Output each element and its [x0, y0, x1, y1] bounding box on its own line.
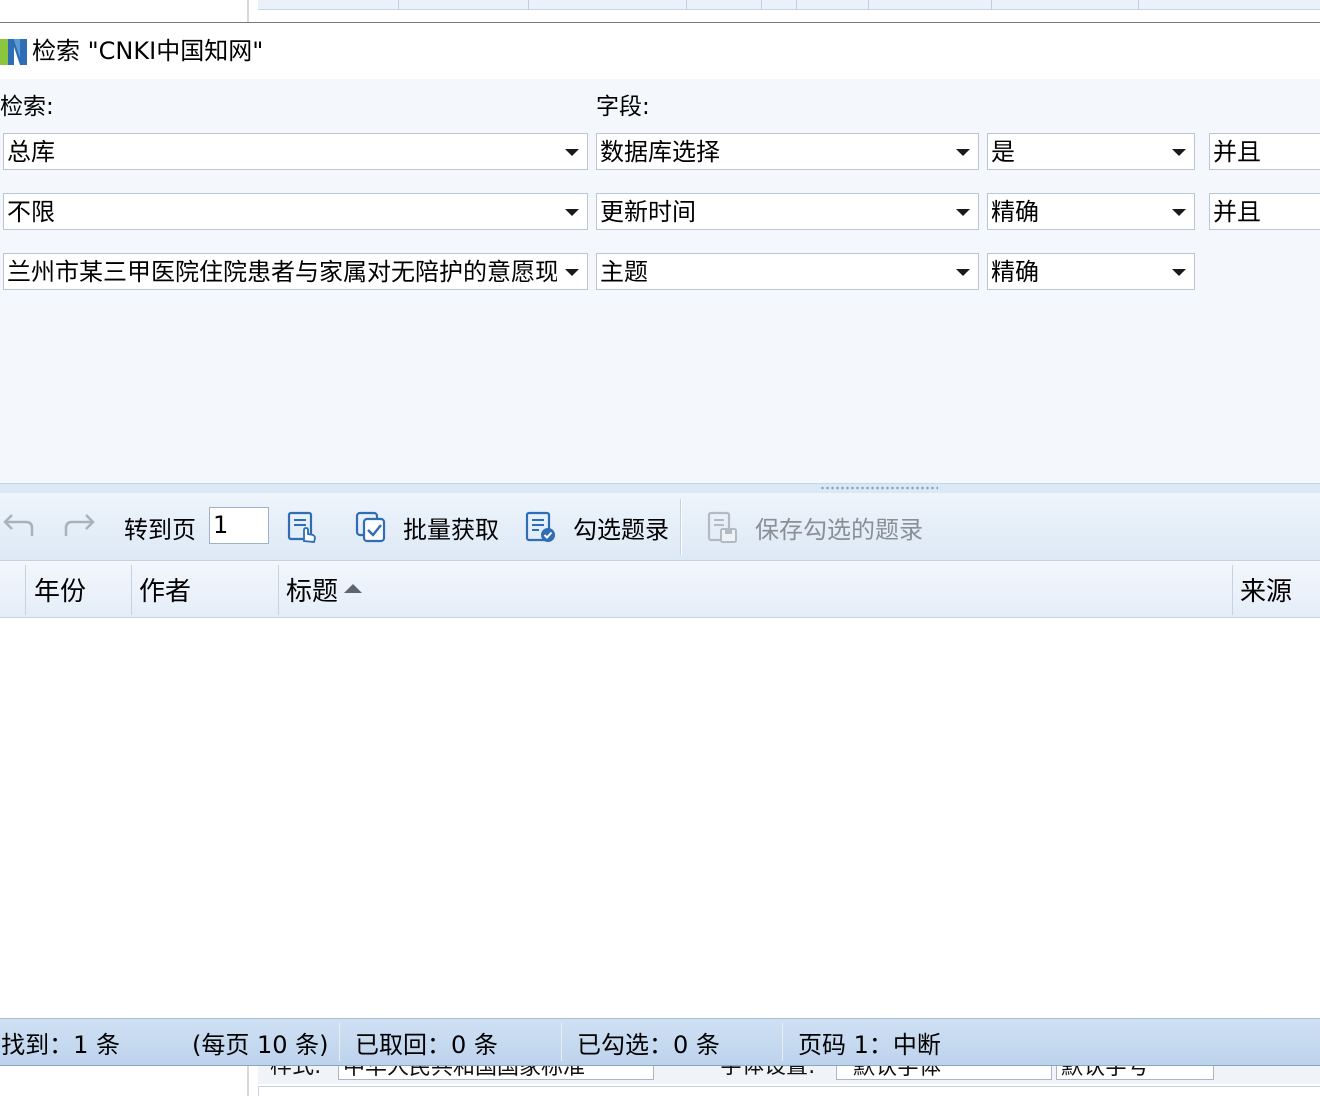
chevron-down-icon[interactable] [565, 149, 579, 156]
field-label: 字段: [596, 94, 650, 120]
select-records-label: 勾选题录 [573, 515, 669, 544]
background-style-toolbar: 样式: 中华人民共和国国家标准 字体设置: 默认字体 默认字号 [258, 1066, 1320, 1084]
logic-text: 并且 [1213, 198, 1261, 226]
goto-page-button[interactable] [286, 493, 320, 561]
search-value-text: 总库 [7, 138, 55, 166]
record-check-icon [525, 511, 555, 542]
background-size-combo: 默认字号 [1056, 1066, 1214, 1080]
page-number-input[interactable]: 1 [209, 507, 269, 544]
search-label: 检索: [0, 94, 54, 120]
results-grid-header: 年份 作者 标题 来源 [0, 561, 1320, 618]
dialog-title: 检索 "CNKI中国知网" [32, 37, 264, 65]
save-selected-label: 保存勾选的题录 [755, 515, 923, 544]
status-retrieved: 已取回：0 条 [355, 1030, 498, 1059]
batch-copy-icon [355, 511, 386, 543]
logic-combo-1[interactable]: 并且 [1209, 133, 1320, 170]
sort-ascending-icon [344, 584, 363, 593]
match-text: 精确 [991, 258, 1039, 286]
search-dialog: 检索 "CNKI中国知网" 检索: 字段: 总库 数据库选择 是 并且 不限 更… [0, 22, 1320, 1066]
goto-page-label: 转到页 [124, 515, 196, 544]
field-text: 数据库选择 [600, 138, 720, 166]
chevron-down-icon[interactable] [1172, 149, 1186, 156]
chevron-down-icon[interactable] [956, 269, 970, 276]
forward-button[interactable] [62, 493, 102, 561]
chevron-down-icon[interactable] [956, 149, 970, 156]
search-value-combo-3[interactable]: 兰州市某三甲医院住院患者与家属对无陪护的意愿现 [3, 253, 588, 290]
cnki-app-icon [0, 39, 27, 65]
match-text: 精确 [991, 198, 1039, 226]
field-combo-1[interactable]: 数据库选择 [596, 133, 979, 170]
column-divider[interactable] [131, 565, 132, 615]
results-toolbar: 转到页 1 批量获取 勾选题录 保存勾选的题录 [0, 493, 1320, 561]
background-pane-divider [247, 0, 249, 22]
background-style-label: 样式: [270, 1066, 322, 1079]
background-style-combo: 中华人民共和国国家标准 [338, 1066, 654, 1080]
background-app-top [0, 0, 1320, 22]
status-bar: 找到：1 条 (每页 10 条) 已取回：0 条 已勾选：0 条 页码 1：中断 [0, 1018, 1320, 1066]
batch-fetch-button[interactable]: 批量获取 [354, 493, 499, 561]
search-conditions-panel: 检索: 字段: 总库 数据库选择 是 并且 不限 更新时间 精确 并且 兰州市某… [0, 79, 1320, 483]
column-header-title[interactable]: 标题 [286, 561, 363, 618]
page-click-icon [287, 511, 316, 543]
dialog-title-bar[interactable]: 检索 "CNKI中国知网" [0, 23, 1320, 79]
background-font-label: 字体设置: [720, 1066, 816, 1079]
match-combo-1[interactable]: 是 [987, 133, 1195, 170]
column-header-year[interactable]: 年份 [34, 561, 86, 618]
status-per-page: (每页 10 条) [192, 1030, 329, 1059]
undo-arrow-icon [3, 514, 34, 536]
search-value-combo-2[interactable]: 不限 [3, 193, 588, 230]
chevron-down-icon[interactable] [565, 209, 579, 216]
logic-text: 并且 [1213, 138, 1261, 166]
column-divider[interactable] [278, 565, 279, 615]
column-header-source[interactable]: 来源 [1240, 561, 1292, 618]
background-app-bottom: 样式: 中华人民共和国国家标准 字体设置: 默认字体 默认字号 [0, 1066, 1320, 1096]
logic-combo-2[interactable]: 并且 [1209, 193, 1320, 230]
save-records-icon [707, 511, 737, 543]
search-value-text: 兰州市某三甲医院住院患者与家属对无陪护的意愿现 [7, 258, 557, 286]
search-value-combo-1[interactable]: 总库 [3, 133, 588, 170]
toolbar-separator [680, 499, 682, 555]
chevron-down-icon[interactable] [565, 269, 579, 276]
status-divider [782, 1023, 783, 1061]
redo-arrow-icon [64, 514, 95, 536]
back-button[interactable] [0, 493, 40, 561]
chevron-down-icon[interactable] [1172, 269, 1186, 276]
column-divider[interactable] [1232, 565, 1233, 615]
panel-splitter[interactable] [0, 483, 1320, 493]
status-checked: 已勾选：0 条 [577, 1030, 720, 1059]
column-header-author[interactable]: 作者 [139, 561, 191, 618]
batch-fetch-label: 批量获取 [403, 515, 499, 544]
background-content-pane [258, 1086, 1320, 1096]
status-divider [561, 1023, 562, 1061]
status-divider [339, 1023, 340, 1061]
background-pane-divider [247, 1066, 249, 1096]
field-text: 更新时间 [600, 198, 696, 226]
chevron-down-icon[interactable] [1172, 209, 1186, 216]
search-value-text: 不限 [7, 198, 55, 226]
field-combo-3[interactable]: 主题 [596, 253, 979, 290]
splitter-grip-icon[interactable] [820, 486, 938, 490]
select-records-button[interactable]: 勾选题录 [524, 493, 669, 561]
save-selected-button[interactable]: 保存勾选的题录 [706, 493, 923, 561]
field-combo-2[interactable]: 更新时间 [596, 193, 979, 230]
chevron-down-icon[interactable] [956, 209, 970, 216]
match-combo-3[interactable]: 精确 [987, 253, 1195, 290]
background-column-header [258, 0, 1320, 10]
background-font-combo: 默认字体 [836, 1066, 1052, 1080]
match-combo-2[interactable]: 精确 [987, 193, 1195, 230]
column-divider[interactable] [25, 565, 26, 615]
field-text: 主题 [600, 258, 648, 286]
match-text: 是 [991, 138, 1015, 166]
status-found: 找到：1 条 [1, 1030, 120, 1059]
results-grid-body[interactable] [0, 618, 1320, 1018]
status-page: 页码 1：中断 [798, 1030, 941, 1059]
